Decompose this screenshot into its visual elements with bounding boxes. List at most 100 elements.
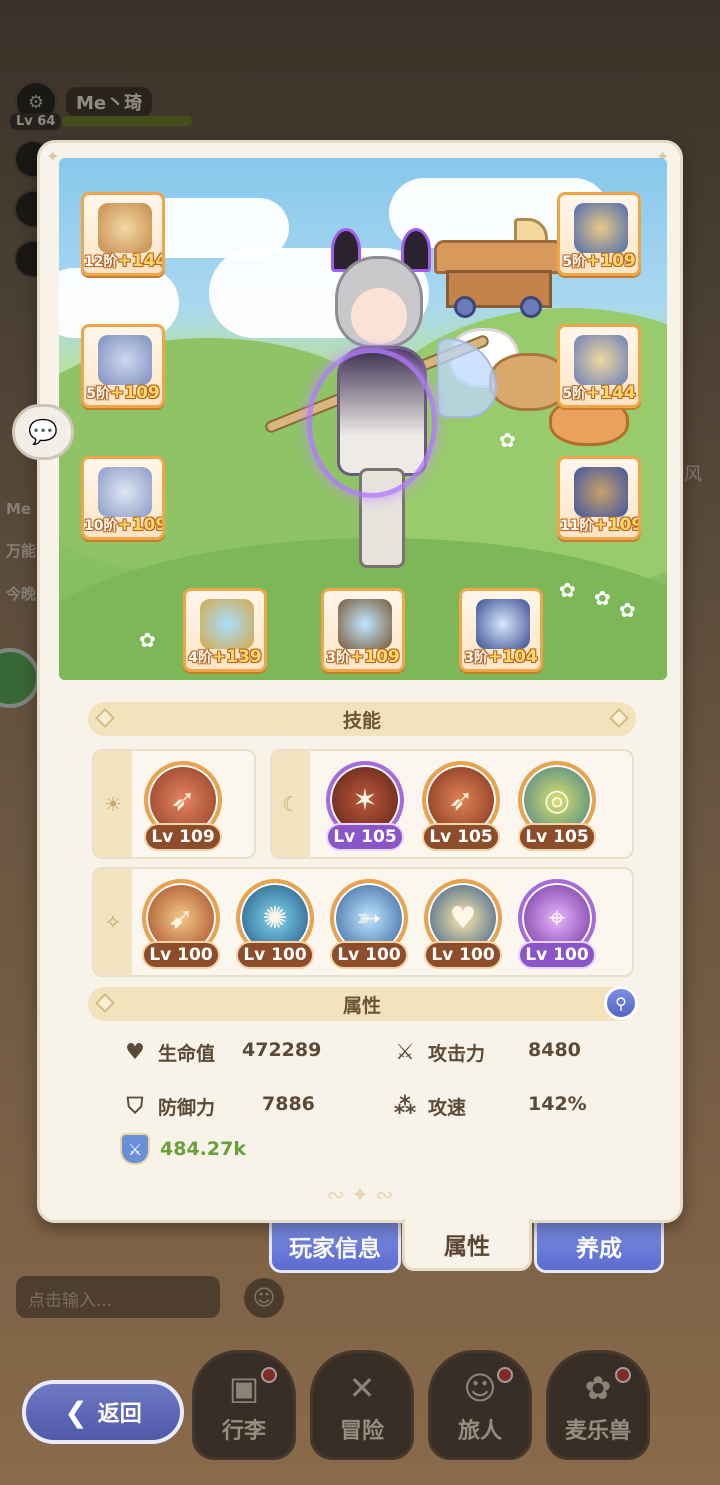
equip-slot-necklace[interactable]: 3阶+109: [321, 588, 405, 672]
equip-slot-helmet[interactable]: 5阶+109: [557, 192, 641, 276]
notification-dot: [615, 1367, 631, 1383]
magic-glow: [307, 348, 437, 498]
attr-label: 攻击力: [428, 1043, 486, 1065]
star-icon: ✧: [94, 869, 132, 975]
attr-label: 攻速: [428, 1097, 467, 1119]
character-face: [351, 288, 407, 344]
skill-level: Lv 100: [142, 941, 220, 969]
nav-item-traveler[interactable]: ☺ 旅人: [428, 1350, 532, 1460]
helmet-icon: [574, 203, 628, 253]
skill-group-star: ✧ ➹ Lv 100 ✺ Lv 100 ➳ Lv 100 ♥ Lv 100 ⌖ …: [92, 867, 634, 977]
character-panel: ✦ ✦ ✿ ✿ ✿ ✿ ✿ 12阶+144 5阶+109 10阶+109 5阶+…: [37, 140, 683, 1223]
skill-slot[interactable]: ◎ Lv 105: [516, 761, 598, 857]
equip-slot-armor[interactable]: 5阶+109: [81, 324, 165, 408]
flower: ✿: [619, 598, 636, 622]
boots-icon: [574, 467, 628, 517]
equip-slot-ring[interactable]: 4阶+139: [183, 588, 267, 672]
moon-icon: ☾: [272, 751, 310, 857]
notification-dot: [497, 1367, 513, 1383]
speed-nodes-icon: ⁂: [393, 1094, 417, 1119]
equip-slot-gloves[interactable]: 5阶+144: [557, 324, 641, 408]
diamond-ornament: [609, 708, 629, 728]
search-icon[interactable]: ⚲: [604, 986, 638, 1020]
crossed-swords-icon: ⚔: [395, 1040, 415, 1065]
slot-label: 5阶+109: [562, 251, 636, 271]
nav-label: 冒险: [339, 1419, 384, 1444]
flower: ✿: [594, 586, 611, 610]
attr-hp-value: 472289: [242, 1039, 322, 1061]
heart-icon: ♥: [125, 1040, 145, 1065]
skill-level: Lv 100: [236, 941, 314, 969]
side-text: 今晚: [6, 585, 37, 603]
skills-header: 技能: [88, 702, 636, 736]
player-hp-bar: [62, 116, 192, 126]
attr-defense-value: 7886: [262, 1093, 315, 1115]
slot-label: 10阶+109: [84, 515, 165, 535]
armor-icon: [98, 335, 152, 385]
skill-level: Lv 105: [518, 823, 596, 851]
diamond-ornament: [95, 993, 115, 1013]
chat-bubble-icon[interactable]: 💬: [12, 404, 74, 460]
amulet-icon: [476, 599, 530, 649]
skill-slot[interactable]: ✺ Lv 100: [234, 879, 316, 975]
flower: ✿: [559, 578, 576, 602]
slot-label: 3阶+109: [326, 647, 400, 667]
character-scene: ✿ ✿ ✿ ✿ ✿ 12阶+144 5阶+109 10阶+109 5阶+109 …: [59, 158, 667, 680]
skill-level: Lv 105: [326, 823, 404, 851]
wheel: [520, 296, 542, 318]
tab-training[interactable]: 养成: [534, 1221, 664, 1273]
back-arrow-icon: ❮: [64, 1395, 88, 1429]
player-level: Lv 64: [10, 113, 62, 130]
skill-group-moon: ☾ ✶ Lv 105 ➶ Lv 105 ◎ Lv 105: [270, 749, 634, 859]
equip-slot-amulet[interactable]: 3阶+104: [459, 588, 543, 672]
skill-group-sun: ☀ ➶ Lv 109: [92, 749, 256, 859]
skill-level: Lv 109: [144, 823, 222, 851]
emoji-icon[interactable]: ☺: [244, 1278, 284, 1318]
skill-slot[interactable]: ➹ Lv 100: [140, 879, 222, 975]
skill-slot[interactable]: ➳ Lv 100: [328, 879, 410, 975]
slot-label: 11阶+109: [560, 515, 641, 535]
beast-icon: ✿: [584, 1369, 612, 1407]
character-model: [263, 228, 497, 588]
attr-label: 生命值: [158, 1043, 216, 1065]
green-chat-button[interactable]: [0, 648, 40, 708]
attr-defense: ⛉ 防御力: [120, 1093, 215, 1120]
right-side-text: 风: [684, 464, 702, 485]
equip-slot-greaves[interactable]: 10阶+109: [81, 456, 165, 540]
attr-speed: ⁂ 攻速: [390, 1093, 466, 1120]
skill-slot[interactable]: ⌖ Lv 100: [516, 879, 598, 975]
attributes-header: 属性 ⚲: [88, 986, 638, 1021]
nav-label: 麦乐兽: [564, 1419, 631, 1444]
skill-slot[interactable]: ✶ Lv 105: [324, 761, 406, 857]
nav-item-beast[interactable]: ✿ 麦乐兽: [546, 1350, 650, 1460]
nav-item-luggage[interactable]: ▣ 行李: [192, 1350, 296, 1460]
diamond-ornament: [95, 708, 115, 728]
luggage-icon: ▣: [228, 1369, 260, 1407]
power-shield-icon: ⚔: [120, 1133, 150, 1165]
skill-level: Lv 105: [422, 823, 500, 851]
side-text: 万能: [6, 542, 37, 560]
attributes-title: 属性: [342, 994, 381, 1017]
tab-player-info[interactable]: 玩家信息: [269, 1221, 401, 1273]
necklace-icon: [338, 599, 392, 649]
traveler-icon: ☺: [463, 1369, 497, 1407]
back-button[interactable]: ❮ 返回: [22, 1380, 184, 1444]
skill-level: Lv 100: [424, 941, 502, 969]
skill-level: Lv 100: [330, 941, 408, 969]
equip-slot-boots[interactable]: 11阶+109: [557, 456, 641, 540]
skill-slot[interactable]: ♥ Lv 100: [422, 879, 504, 975]
skill-slot[interactable]: ➶ Lv 109: [142, 761, 224, 857]
chat-input[interactable]: 点击输入...: [16, 1276, 220, 1318]
panel-bottom-ornament: ∾✦∾: [326, 1183, 400, 1208]
notification-dot: [261, 1367, 277, 1383]
equip-slot-bow[interactable]: 12阶+144: [81, 192, 165, 276]
nav-item-adventure[interactable]: ✕ 冒险: [310, 1350, 414, 1460]
slot-label: 12阶+144: [84, 251, 165, 271]
tab-attributes[interactable]: 属性: [402, 1219, 532, 1271]
skill-slot[interactable]: ➶ Lv 105: [420, 761, 502, 857]
skill-level: Lv 100: [518, 941, 596, 969]
skills-title: 技能: [342, 709, 381, 732]
combat-power: ⚔ 484.27k: [120, 1133, 246, 1165]
gloves-icon: [574, 335, 628, 385]
crossed-swords-icon: ✕: [348, 1369, 376, 1407]
